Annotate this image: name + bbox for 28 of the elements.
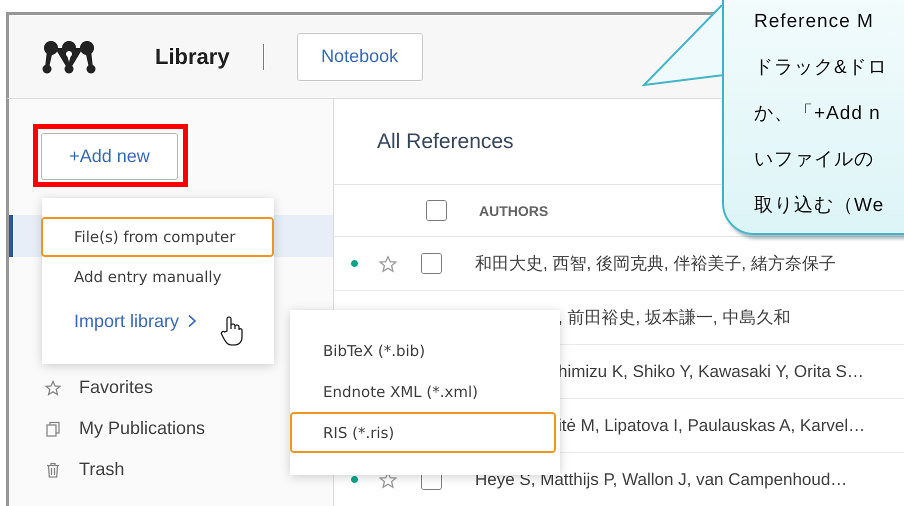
column-header[interactable]: AUTHORS [479,202,548,218]
sidebar-item[interactable]: Trash [79,459,124,480]
menu-item[interactable]: Endnote XML (*.xml) [290,371,556,412]
sidebar-item[interactable]: My Publications [79,418,206,439]
callout-text: Reference M [754,10,875,34]
sidebar-item[interactable]: Favorites [79,377,154,398]
menu-item[interactable]: Import library [41,297,274,345]
documents-icon [45,420,61,436]
row-checkbox[interactable] [421,253,442,274]
star-icon[interactable] [379,254,397,272]
menu-item[interactable]: BibTeX (*.bib) [290,330,556,371]
page-title: Library [155,44,230,70]
callout-text: ドラック&ドロ [754,56,889,80]
table-cell-text: 和田大史, 西智, 後岡克典, 伴裕美子, 緒方奈保子 [475,253,836,275]
menu-item[interactable]: File(s) from computer [41,217,274,257]
trash-icon [45,462,61,478]
star-icon [45,380,61,396]
callout-text: か、「+Add n [754,102,882,126]
add-new-button[interactable]: +Add new [41,133,178,180]
hand-cursor-icon [220,315,244,347]
logo-icon [41,40,97,74]
notebook-button[interactable]: Notebook [296,32,423,80]
callout-text: 取り込む（We [754,194,886,218]
select-all-checkbox[interactable] [426,200,447,221]
chevron-icon [187,314,198,328]
menu-item[interactable]: Add entry manually [41,257,274,297]
callout-text: いファイルの [754,148,875,172]
menu-item[interactable]: RIS (*.ris) [290,412,556,453]
